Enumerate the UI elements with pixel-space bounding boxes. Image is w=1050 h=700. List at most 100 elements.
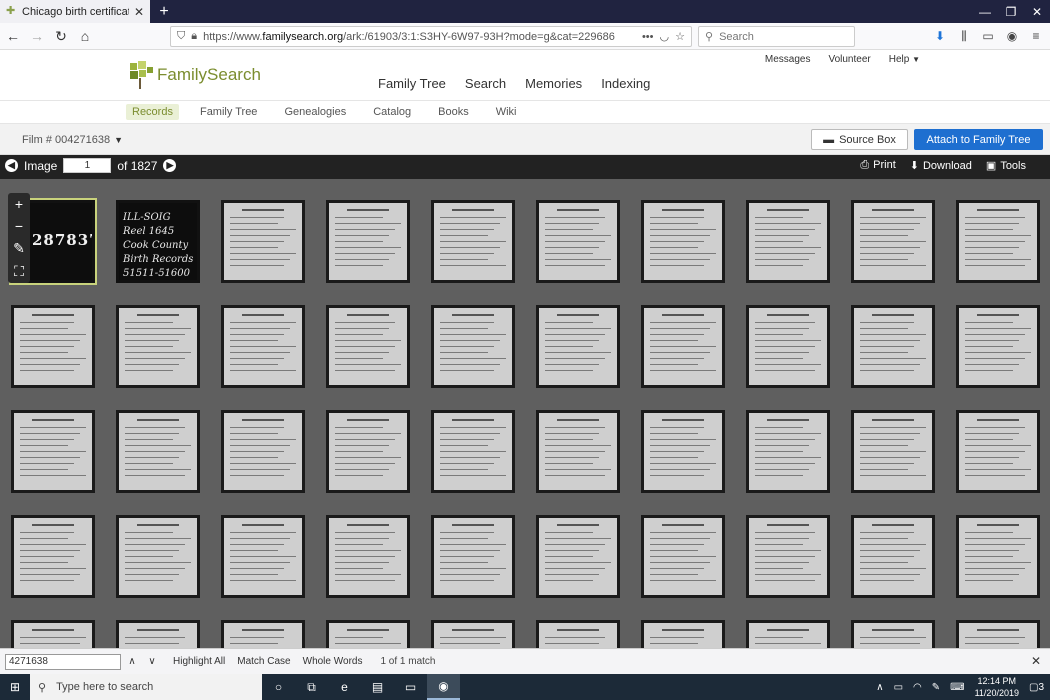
image-thumbnail[interactable] [221, 200, 305, 283]
image-thumbnail[interactable] [746, 200, 830, 283]
image-thumbnail[interactable] [956, 620, 1040, 648]
edge-icon[interactable]: e [328, 674, 361, 700]
subnav-wiki[interactable]: Wiki [490, 104, 523, 120]
subnav-genealogies[interactable]: Genealogies [278, 104, 352, 120]
tray-overflow-icon[interactable]: ∧ [876, 682, 883, 693]
find-next-icon[interactable]: ∨ [143, 654, 161, 670]
image-thumbnail[interactable] [641, 620, 725, 648]
volunteer-link[interactable]: Volunteer [828, 54, 870, 65]
subnav-books[interactable]: Books [432, 104, 475, 120]
back-icon[interactable]: ← [2, 25, 24, 47]
forward-icon[interactable]: → [26, 25, 48, 47]
image-number-input[interactable]: 1 [63, 158, 112, 173]
image-thumbnail[interactable] [536, 620, 620, 648]
browser-tab[interactable]: ✚ Chicago birth certificates, 1878 ✕ [0, 0, 150, 23]
image-thumbnail[interactable] [956, 410, 1040, 493]
firefox-icon[interactable]: ◉ [427, 674, 460, 700]
previous-image-icon[interactable]: ◀ [5, 159, 18, 172]
restore-icon[interactable]: ❐ [998, 0, 1024, 23]
image-thumbnail[interactable] [746, 515, 830, 598]
library-icon[interactable]: ⫼ [956, 26, 972, 46]
messages-link[interactable]: Messages [765, 54, 811, 65]
image-thumbnail[interactable] [641, 200, 725, 283]
image-thumbnail[interactable] [221, 410, 305, 493]
image-thumbnail[interactable] [956, 515, 1040, 598]
fullscreen-icon[interactable]: ⛶ [14, 263, 24, 280]
image-thumbnail[interactable] [851, 410, 935, 493]
minimize-icon[interactable]: — [972, 0, 998, 23]
zoom-out-icon[interactable]: − [15, 218, 23, 234]
image-thumbnail[interactable] [641, 305, 725, 388]
task-view-icon[interactable]: ⧉ [295, 674, 328, 700]
nav-family-tree[interactable]: Family Tree [378, 76, 446, 91]
home-icon[interactable]: ⌂ [74, 25, 96, 47]
attach-to-family-tree-button[interactable]: Attach to Family Tree [914, 129, 1043, 150]
subnav-catalog[interactable]: Catalog [367, 104, 417, 120]
image-thumbnail[interactable] [746, 410, 830, 493]
image-thumbnail[interactable] [221, 515, 305, 598]
image-thumbnail[interactable] [431, 620, 515, 648]
page-actions-icon[interactable]: ••• [642, 31, 654, 43]
browser-search-field[interactable]: ⚲ Search [698, 26, 855, 47]
close-tab-icon[interactable]: ✕ [134, 5, 144, 19]
taskbar-search[interactable]: ⚲ Type here to search [30, 674, 262, 700]
help-menu[interactable]: Help ▼ [889, 54, 920, 65]
image-thumbnail[interactable] [851, 515, 935, 598]
source-box-button[interactable]: ▬ Source Box [811, 129, 908, 150]
close-window-icon[interactable]: ✕ [1024, 0, 1050, 23]
edit-icon[interactable]: ✎ [13, 240, 25, 257]
image-thumbnail[interactable] [431, 410, 515, 493]
image-thumbnail[interactable] [431, 200, 515, 283]
image-thumbnail[interactable] [536, 305, 620, 388]
pocket-icon[interactable]: ◡ [660, 30, 670, 43]
whole-words-toggle[interactable]: Whole Words [303, 656, 363, 667]
keyboard-icon[interactable]: ⌨ [950, 682, 964, 693]
cortana-icon[interactable]: ○ [262, 674, 295, 700]
windows-start-icon[interactable]: ⊞ [0, 674, 30, 700]
image-thumbnail[interactable] [536, 410, 620, 493]
subnav-family-tree[interactable]: Family Tree [194, 104, 263, 120]
match-case-toggle[interactable]: Match Case [237, 656, 290, 667]
zoom-in-icon[interactable]: + [15, 196, 23, 212]
network-icon[interactable]: ◠ [913, 682, 922, 693]
familysearch-logo[interactable]: FamilySearch [128, 61, 261, 89]
image-thumbnail[interactable] [956, 305, 1040, 388]
image-thumbnail[interactable] [956, 200, 1040, 283]
pen-icon[interactable]: ✎ [932, 682, 940, 693]
image-thumbnail[interactable] [431, 305, 515, 388]
image-thumbnail[interactable] [326, 515, 410, 598]
image-thumbnail[interactable] [116, 515, 200, 598]
image-thumbnail[interactable]: ILL-SOIG Reel 1645 Cook County Birth Reco… [116, 200, 200, 283]
find-previous-icon[interactable]: ∧ [123, 654, 141, 670]
image-thumbnail[interactable] [11, 620, 95, 648]
notifications-icon[interactable]: ▢3 [1029, 682, 1044, 693]
image-thumbnail[interactable] [641, 410, 725, 493]
image-thumbnail[interactable] [326, 410, 410, 493]
tools-button[interactable]: ▣ Tools [986, 159, 1026, 172]
image-thumbnail[interactable] [746, 620, 830, 648]
image-thumbnail[interactable] [851, 305, 935, 388]
image-thumbnail[interactable] [536, 200, 620, 283]
url-bar[interactable]: ⛉ 🔒︎ https://www.familysearch.org/ark:/6… [170, 26, 692, 47]
store-icon[interactable]: ▤ [361, 674, 394, 700]
image-thumbnail[interactable] [221, 620, 305, 648]
clock[interactable]: 12:14 PM 11/20/2019 [975, 675, 1019, 699]
image-thumbnail[interactable] [326, 620, 410, 648]
bookmark-star-icon[interactable]: ☆ [675, 30, 685, 43]
image-thumbnail[interactable] [116, 620, 200, 648]
menu-icon[interactable]: ≡ [1028, 26, 1044, 46]
image-thumbnail[interactable] [851, 200, 935, 283]
download-button[interactable]: ⬇ Download [910, 159, 972, 172]
nav-search[interactable]: Search [465, 76, 506, 91]
image-thumbnail[interactable] [116, 305, 200, 388]
image-thumbnail[interactable] [641, 515, 725, 598]
image-thumbnail[interactable] [116, 410, 200, 493]
close-find-icon[interactable]: ✕ [1031, 654, 1041, 668]
image-thumbnail[interactable] [326, 305, 410, 388]
nav-memories[interactable]: Memories [525, 76, 582, 91]
downloads-icon[interactable]: ⬇ [932, 26, 948, 46]
subnav-records[interactable]: Records [126, 104, 179, 120]
find-input[interactable]: 4271638 [5, 653, 121, 670]
image-thumbnail[interactable] [11, 305, 95, 388]
highlight-all-toggle[interactable]: Highlight All [173, 656, 225, 667]
